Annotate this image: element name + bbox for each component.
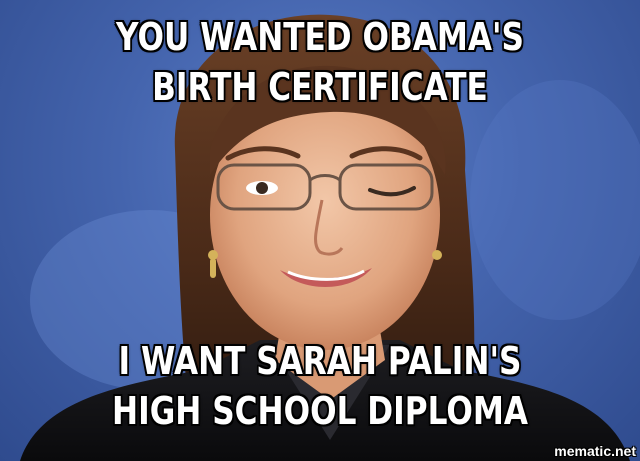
bottom-caption: I WANT SARAH PALIN'S HIGH SCHOOL DIPLOMA <box>112 339 528 433</box>
meme-image: YOU WANTED OBAMA'S BIRTH CERTIFICATE I W… <box>0 0 640 461</box>
top-caption: YOU WANTED OBAMA'S BIRTH CERTIFICATE <box>116 15 524 109</box>
watermark-text: mematic.net <box>554 443 636 459</box>
